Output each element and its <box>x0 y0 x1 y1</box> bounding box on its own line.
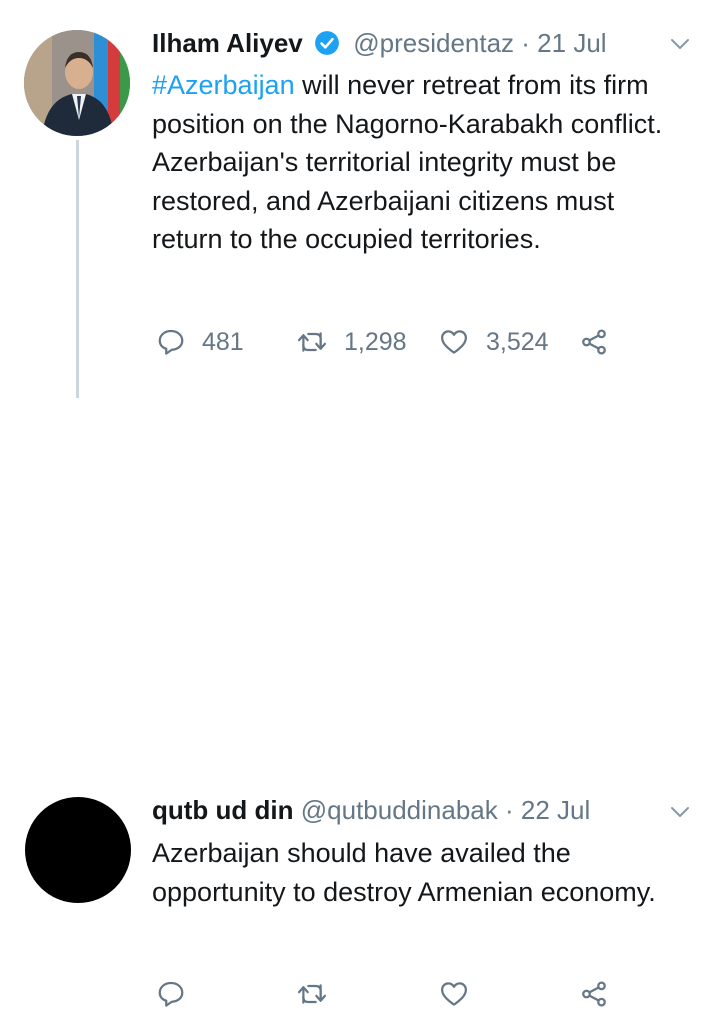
share-button[interactable] <box>578 974 610 1014</box>
tweet-actions: 481 1,298 3,524 <box>152 322 622 362</box>
verified-badge-icon <box>315 31 339 55</box>
display-name[interactable]: qutb ud din <box>152 795 294 825</box>
chevron-down-icon[interactable] <box>668 800 692 824</box>
like-button[interactable]: 3,524 <box>438 322 549 362</box>
avatar[interactable] <box>25 797 131 903</box>
tweet-date[interactable]: 21 Jul <box>537 28 606 58</box>
separator-dot: · <box>497 795 521 825</box>
retweet-count: 1,298 <box>344 327 407 356</box>
like-icon <box>441 982 467 1006</box>
tweet-date[interactable]: 22 Jul <box>521 795 590 825</box>
like-count: 3,524 <box>486 327 549 356</box>
reply-icon <box>158 981 184 1007</box>
user-handle[interactable]: @presidentaz <box>353 28 514 58</box>
hashtag-link[interactable]: #Azerbaijan <box>152 70 295 100</box>
retweet-icon <box>297 984 327 1004</box>
share-icon <box>582 981 606 1007</box>
like-button[interactable] <box>438 974 470 1014</box>
tweet-text: #Azerbaijan will never retreat from its … <box>152 66 692 259</box>
user-handle[interactable]: @qutbuddinabak <box>301 795 498 825</box>
thread-connector-line <box>76 140 79 398</box>
reply-button[interactable] <box>156 974 186 1014</box>
reply-button[interactable]: 481 <box>156 322 244 362</box>
avatar[interactable] <box>24 30 130 136</box>
tweet-text: Azerbaijan should have availed the oppor… <box>152 838 656 907</box>
share-icon <box>582 329 606 355</box>
chevron-down-icon[interactable] <box>668 32 692 56</box>
separator-dot: · <box>514 28 538 58</box>
tweet-header: Ilham Aliyev @presidentaz · 21 Jul <box>152 23 692 63</box>
reply-count: 481 <box>202 327 244 356</box>
retweet-icon <box>297 332 327 352</box>
display-name[interactable]: Ilham Aliyev <box>152 28 303 58</box>
share-button[interactable] <box>578 322 610 362</box>
retweet-button[interactable]: 1,298 <box>296 322 407 362</box>
retweet-button[interactable] <box>296 974 328 1014</box>
tweet-actions <box>152 974 622 1014</box>
like-icon <box>441 330 467 354</box>
tweet-header: qutb ud din @qutbuddinabak · 22 Jul <box>152 790 692 830</box>
reply-icon <box>158 329 184 355</box>
